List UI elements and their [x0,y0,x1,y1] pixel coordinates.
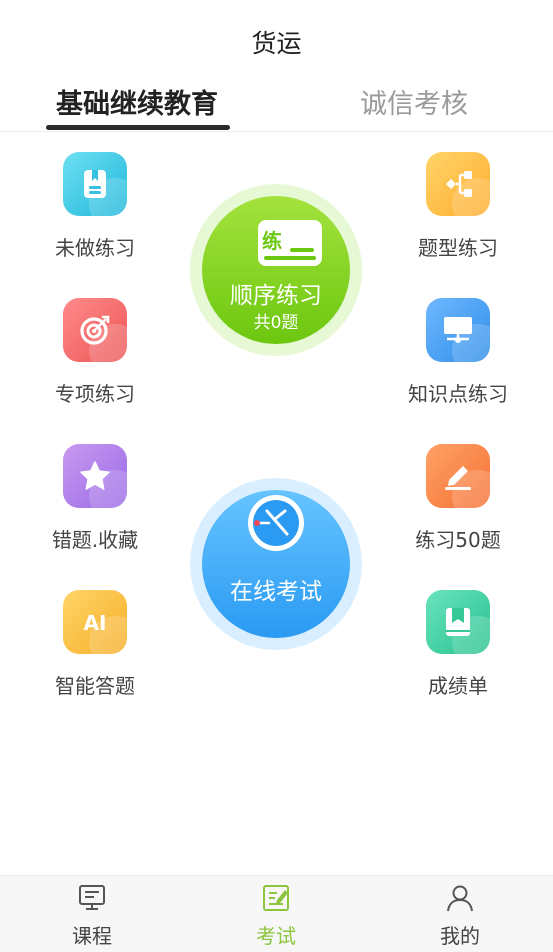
nav-mine-label: 我的 [440,924,480,948]
special-practice-label: 专项练习 [55,382,135,406]
nav-exam-label: 考试 [256,924,296,948]
unpracticed-label: 未做练习 [55,236,135,260]
nav-exam[interactable]: 考试 [216,876,336,952]
svg-text:AI: AI [84,611,107,635]
page-title: 货运 [251,29,302,58]
knowledge-point-item[interactable]: 知识点练习 [388,298,528,407]
notebook-icon [63,152,127,216]
sequential-practice-circle: 练 顺序练习 共0题 [202,196,350,344]
target-icon [63,298,127,362]
ai-icon: AI [63,590,127,654]
tab-active-indicator [46,125,230,130]
user-icon [447,885,473,912]
presentation-icon [426,298,490,362]
sequential-practice-button[interactable]: 练 顺序练习 共0题 [190,184,362,356]
exam-paper-icon [263,885,289,911]
wrong-favorites-item[interactable]: 错题.收藏 [25,444,165,553]
smart-answer-label: 智能答题 [55,674,135,698]
online-exam-button[interactable]: 在线考试 [190,478,362,650]
nav-courses[interactable]: 课程 [32,876,152,952]
smart-answer-item[interactable]: AI 智能答题 [25,590,165,699]
online-exam-title: 在线考试 [230,579,322,605]
sequential-practice-title: 顺序练习 [230,283,322,309]
hierarchy-icon [426,152,490,216]
bookmark-book-icon [426,590,490,654]
exam-compass-icon [248,495,304,551]
badge-line [290,248,314,252]
practice-badge-icon: 练 [258,220,322,266]
question-type-item[interactable]: 题型练习 [388,152,528,261]
wrong-favorites-label: 错题.收藏 [51,528,139,552]
monitor-icon [79,885,105,910]
tab-basic-education[interactable]: 基础继续教育 [56,82,218,121]
transcript-label: 成绩单 [428,674,488,698]
knowledge-point-label: 知识点练习 [408,382,508,406]
special-practice-item[interactable]: 专项练习 [25,298,165,407]
bottom-nav: 课程 考试 我的 [0,875,553,952]
question-type-label: 题型练习 [418,236,498,260]
transcript-item[interactable]: 成绩单 [388,590,528,699]
nav-mine[interactable]: 我的 [400,876,520,952]
nav-courses-label: 课程 [72,924,112,948]
practice-badge-char: 练 [262,229,282,253]
practice-50-label: 练习50题 [415,528,501,552]
tab-bar: 基础继续教育 诚信考核 [0,80,553,132]
tab-integrity-assessment[interactable]: 诚信考核 [360,82,468,121]
star-icon [63,444,127,508]
online-exam-circle: 在线考试 [202,490,350,638]
sequential-practice-count: 共0题 [253,313,299,333]
badge-line [264,256,316,260]
practice-50-item[interactable]: 练习50题 [388,444,528,553]
unpracticed-item[interactable]: 未做练习 [25,152,165,261]
pencil-icon [426,444,490,508]
